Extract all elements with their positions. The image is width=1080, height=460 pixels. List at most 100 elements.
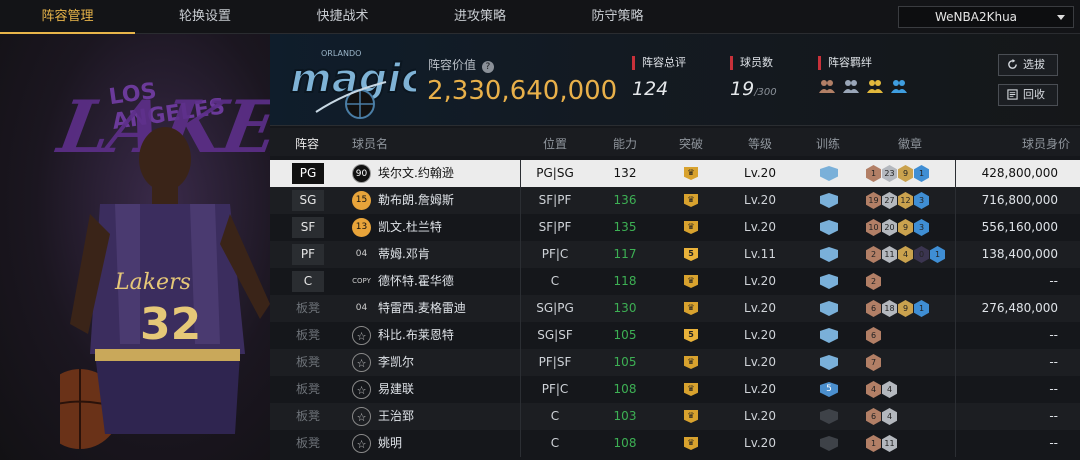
bond-icon-silver[interactable] bbox=[842, 78, 860, 94]
player-name[interactable]: 勒布朗.詹姆斯 bbox=[378, 187, 454, 214]
col-player-name[interactable]: 球员名 bbox=[352, 135, 402, 152]
training-icon[interactable] bbox=[820, 274, 838, 289]
lineup-value: 2,330,640,000 bbox=[427, 76, 618, 106]
table-row[interactable]: PG 90 埃尔文.约翰逊 PG|SG 132 ♛ Lv.20 1 23 9 1 42… bbox=[270, 160, 1080, 187]
training-icon[interactable] bbox=[820, 247, 838, 262]
breakthrough-badge: 5 bbox=[684, 329, 698, 342]
badge-list[interactable]: 2 bbox=[866, 273, 881, 290]
tab-lineup-management[interactable]: 阵容管理 bbox=[0, 0, 135, 34]
table-row[interactable]: PF 04 蒂姆.邓肯 PF|C 117 5 Lv.11 2 11 4 0 1 138,… bbox=[270, 241, 1080, 268]
badge-chip: 9 bbox=[898, 219, 913, 236]
badge-list[interactable]: 64 bbox=[866, 408, 897, 425]
player-name[interactable]: 王治郅 bbox=[378, 403, 414, 430]
table-row[interactable]: 板凳 ☆ 易建联 PF|C 108 ♛ Lv.20 5 44 -- bbox=[270, 376, 1080, 403]
table-row[interactable]: C COPY 德怀特.霍华德 C 118 ♛ Lv.20 2 -- bbox=[270, 268, 1080, 295]
lineup-slot[interactable]: C bbox=[292, 271, 324, 292]
badge-chip: 2 bbox=[866, 273, 881, 290]
player-name[interactable]: 德怀特.霍华德 bbox=[378, 268, 454, 295]
player-price: 428,800,000 bbox=[981, 166, 1058, 180]
tab-quick-tactics[interactable]: 快捷战术 bbox=[275, 0, 410, 34]
lineup-slot[interactable]: 板凳 bbox=[292, 325, 324, 346]
select-button[interactable]: 选拔 bbox=[998, 54, 1058, 76]
help-icon[interactable]: ? bbox=[481, 61, 494, 73]
badge-list[interactable]: 44 bbox=[866, 381, 897, 398]
crown-icon: ♛ bbox=[684, 221, 698, 234]
training-icon[interactable] bbox=[820, 220, 838, 235]
player-name[interactable]: 凯文.杜兰特 bbox=[378, 214, 442, 241]
recycle-button[interactable]: 回收 bbox=[998, 84, 1058, 106]
top-nav: 阵容管理 轮换设置 快捷战术 进攻策略 防守策略 WeNBA2Khua bbox=[0, 0, 1080, 34]
star-icon: ☆ bbox=[352, 380, 371, 399]
badge-list[interactable]: 7 bbox=[866, 354, 881, 371]
lineup-slot[interactable]: PG bbox=[292, 163, 324, 184]
badge-list[interactable]: 6 bbox=[866, 327, 881, 344]
training-icon[interactable] bbox=[820, 166, 838, 181]
player-name[interactable]: 特雷西.麦格雷迪 bbox=[378, 295, 466, 322]
training-icon[interactable] bbox=[820, 301, 838, 316]
col-training[interactable]: 训练 bbox=[800, 135, 856, 152]
table-row[interactable]: 板凳 ☆ 姚明 C 108 ♛ Lv.20 1 11 -- bbox=[270, 430, 1080, 457]
badge-list[interactable]: 10 20 9 3 bbox=[866, 219, 929, 236]
badge-chip: 11 bbox=[882, 435, 897, 452]
col-player-value[interactable]: 球员身价 bbox=[990, 135, 1070, 152]
lineup-slot[interactable]: PF bbox=[292, 244, 324, 265]
col-lineup[interactable]: 阵容 bbox=[282, 135, 332, 152]
col-badges[interactable]: 徽章 bbox=[865, 135, 955, 152]
player-price: 276,480,000 bbox=[981, 301, 1058, 315]
badge-list[interactable]: 1 23 9 1 bbox=[866, 165, 929, 182]
player-rank-badge: 04 bbox=[355, 249, 368, 259]
account-dropdown[interactable]: WeNBA2Khua bbox=[898, 6, 1074, 28]
tab-defense-strategy[interactable]: 防守策略 bbox=[550, 0, 685, 34]
lineup-slot[interactable]: SG bbox=[292, 190, 324, 211]
training-icon[interactable] bbox=[820, 328, 838, 343]
bond-icon-bronze[interactable] bbox=[818, 78, 836, 94]
lineup-slot[interactable]: SF bbox=[292, 217, 324, 238]
table-row[interactable]: SG 15 勒布朗.詹姆斯 SF|PF 136 ♛ Lv.20 19 27 12 3 … bbox=[270, 187, 1080, 214]
player-ability: 103 bbox=[613, 409, 637, 423]
badge-chip: 10 bbox=[866, 219, 881, 236]
player-name[interactable]: 埃尔文.约翰逊 bbox=[378, 160, 454, 187]
player-name[interactable]: 姚明 bbox=[378, 430, 402, 457]
crown-icon: ♛ bbox=[684, 437, 698, 450]
player-name[interactable]: 李凯尔 bbox=[378, 349, 414, 376]
lineup-slot[interactable]: 板凳 bbox=[292, 379, 324, 400]
badge-list[interactable]: 6 18 9 1 bbox=[866, 300, 929, 317]
table-row[interactable]: 板凳 ☆ 科比.布莱恩特 SG|SF 105 5 Lv.20 6 -- bbox=[270, 322, 1080, 349]
col-breakthrough[interactable]: 突破 bbox=[663, 135, 719, 152]
table-row[interactable]: 板凳 ☆ 李凯尔 PF|SF 105 ♛ Lv.20 7 -- bbox=[270, 349, 1080, 376]
training-icon[interactable] bbox=[820, 409, 838, 424]
badge-list[interactable]: 2 11 4 0 1 bbox=[866, 246, 945, 263]
tab-rotation-settings[interactable]: 轮换设置 bbox=[135, 0, 275, 34]
training-icon[interactable] bbox=[820, 436, 838, 451]
badge-list[interactable]: 1 11 bbox=[866, 435, 897, 452]
player-ability: 105 bbox=[613, 328, 637, 342]
copy-tag: COPY bbox=[352, 277, 371, 285]
lineup-slot[interactable]: 板凳 bbox=[292, 433, 324, 454]
lineup-slot[interactable]: 板凳 bbox=[292, 406, 324, 427]
lineup-slot[interactable]: 板凳 bbox=[292, 298, 324, 319]
training-icon[interactable] bbox=[820, 355, 838, 370]
table-row[interactable]: 板凳 04 特雷西.麦格雷迪 SG|PG 130 ♛ Lv.20 6 18 9 1 2… bbox=[270, 295, 1080, 322]
badge-chip: 4 bbox=[882, 408, 897, 425]
bond-icon-gold[interactable] bbox=[866, 78, 884, 94]
player-position: C bbox=[550, 274, 560, 288]
player-level: Lv.20 bbox=[744, 166, 776, 180]
col-level[interactable]: 等级 bbox=[728, 135, 792, 152]
player-name[interactable]: 易建联 bbox=[378, 376, 414, 403]
player-level: Lv.20 bbox=[744, 328, 776, 342]
badge-list[interactable]: 19 27 12 3 bbox=[866, 192, 929, 209]
lineup-slot[interactable]: 板凳 bbox=[292, 352, 324, 373]
bond-icon-blue[interactable] bbox=[890, 78, 908, 94]
tab-offense-strategy[interactable]: 进攻策略 bbox=[410, 0, 550, 34]
player-position: SG|SF bbox=[537, 328, 573, 342]
player-name[interactable]: 科比.布莱恩特 bbox=[378, 322, 454, 349]
badge-chip: 23 bbox=[882, 165, 897, 182]
col-position[interactable]: 位置 bbox=[520, 135, 590, 152]
table-row[interactable]: SF 13 凯文.杜兰特 SF|PF 135 ♛ Lv.20 10 20 9 3 55… bbox=[270, 214, 1080, 241]
player-name[interactable]: 蒂姆.邓肯 bbox=[378, 241, 430, 268]
table-row[interactable]: 板凳 ☆ 王治郅 C 103 ♛ Lv.20 64 -- bbox=[270, 403, 1080, 430]
col-ability[interactable]: 能力 bbox=[600, 135, 650, 152]
training-icon[interactable] bbox=[820, 193, 838, 208]
bond-icons bbox=[818, 78, 908, 94]
training-badge[interactable]: 5 bbox=[820, 382, 838, 397]
